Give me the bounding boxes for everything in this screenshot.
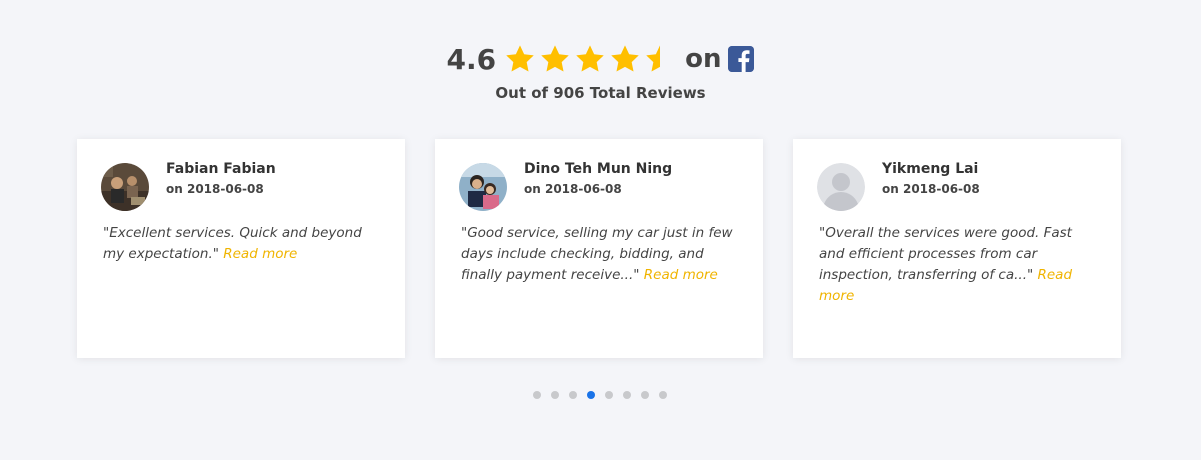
on-label: on — [685, 44, 722, 74]
reviewer-name: Fabian Fabian — [166, 161, 276, 177]
star-icon — [611, 45, 639, 72]
review-text: "Overall the services were good. Fast an… — [819, 223, 1094, 307]
star-icon — [506, 45, 534, 72]
reviewer-name: Dino Teh Mun Ning — [524, 161, 673, 177]
carousel-pagination — [533, 391, 677, 399]
carousel-dot[interactable] — [533, 391, 541, 399]
review-body: "Overall the services were good. Fast an… — [819, 225, 1072, 283]
review-date: on 2018-06-08 — [166, 182, 264, 196]
carousel-dot[interactable] — [569, 391, 577, 399]
rating-summary: 4.6 on — [0, 40, 1201, 78]
rating-value: 4.6 — [446, 42, 497, 76]
avatar — [101, 163, 149, 211]
carousel-dot[interactable] — [605, 391, 613, 399]
facebook-icon[interactable] — [728, 46, 755, 72]
carousel-dot[interactable] — [551, 391, 559, 399]
read-more-link[interactable]: Read more — [644, 267, 718, 283]
total-reviews-subtitle: Out of 906 Total Reviews — [495, 84, 706, 102]
avatar — [459, 163, 507, 211]
review-date: on 2018-06-08 — [524, 182, 622, 196]
review-card: Fabian Fabian on 2018-06-08 "Excellent s… — [77, 139, 405, 358]
carousel-dot[interactable] — [623, 391, 631, 399]
review-card: Yikmeng Lai on 2018-06-08 "Overall the s… — [793, 139, 1121, 358]
star-icon — [576, 45, 604, 72]
review-date: on 2018-06-08 — [882, 182, 980, 196]
carousel-dot[interactable] — [641, 391, 649, 399]
reviewer-name: Yikmeng Lai — [882, 161, 979, 177]
carousel-dot-active[interactable] — [587, 391, 595, 399]
star-icon — [541, 45, 569, 72]
carousel-dot[interactable] — [659, 391, 667, 399]
read-more-link[interactable]: Read more — [223, 246, 297, 262]
half-star-icon — [646, 45, 661, 72]
review-text: "Excellent services. Quick and beyond my… — [103, 223, 378, 265]
review-card: Dino Teh Mun Ning on 2018-06-08 "Good se… — [435, 139, 763, 358]
star-rating — [504, 43, 679, 75]
default-avatar-icon — [817, 163, 865, 211]
review-text: "Good service, selling my car just in fe… — [461, 223, 736, 286]
